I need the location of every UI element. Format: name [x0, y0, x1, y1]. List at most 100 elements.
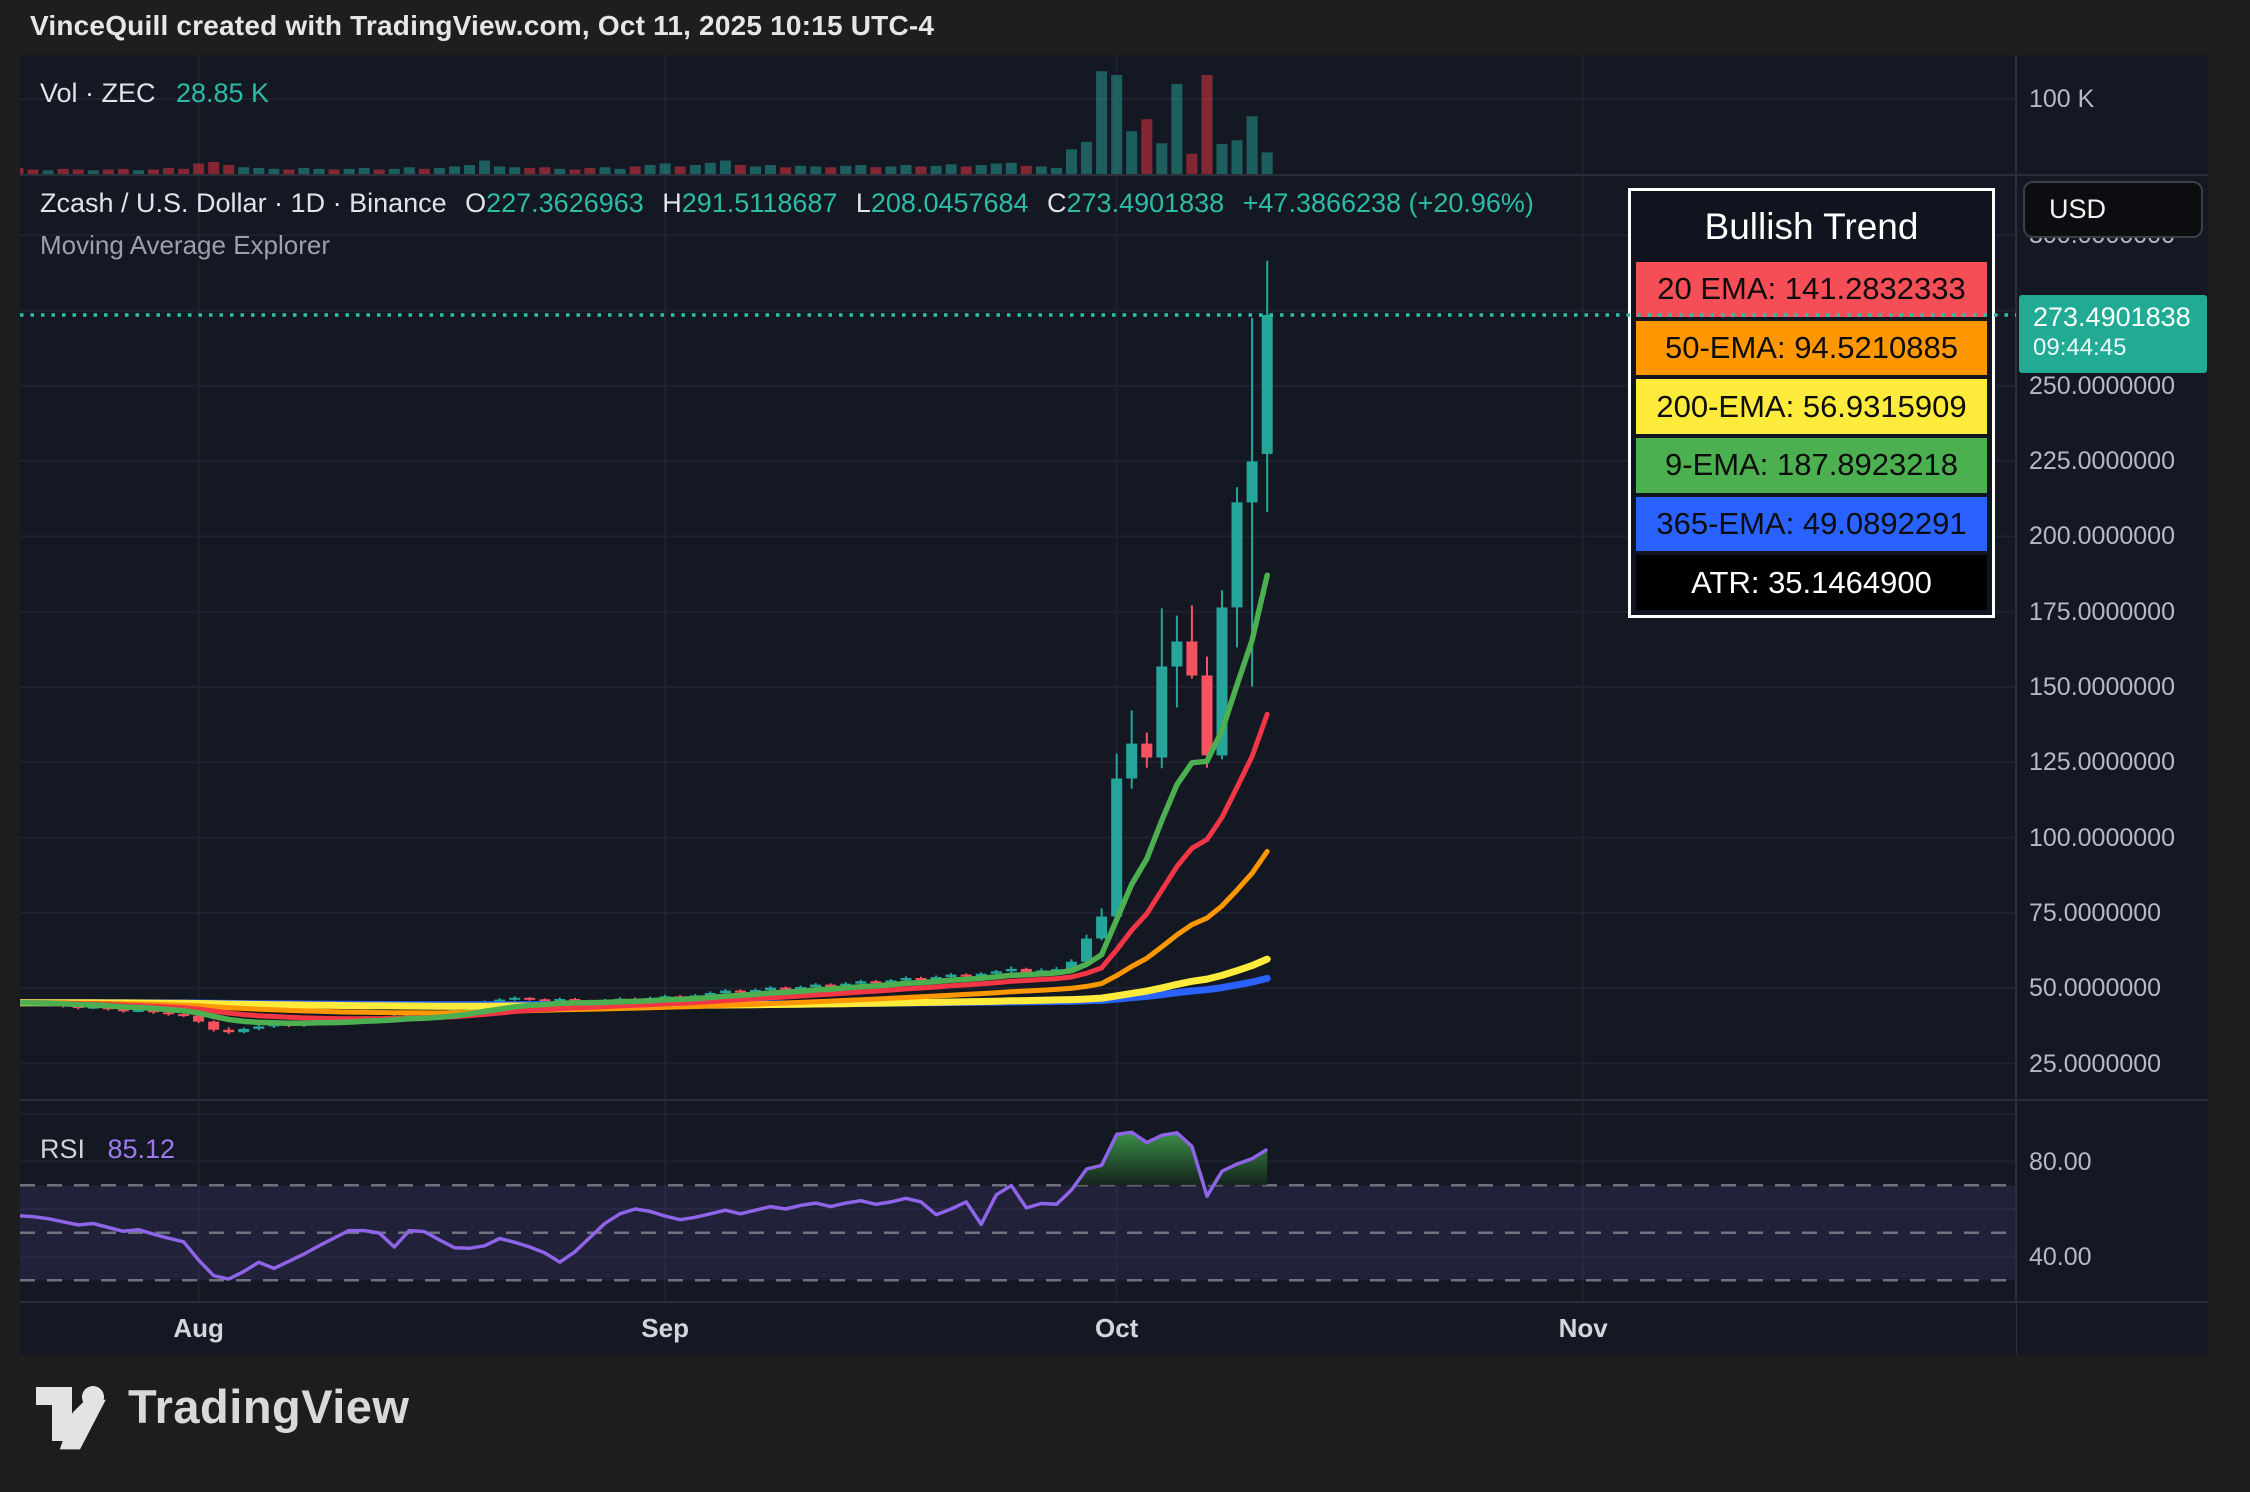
volume-bar [931, 166, 942, 174]
rsi-legend[interactable]: RSI 85.12 [40, 1134, 175, 1165]
volume-bar [20, 168, 24, 174]
close-label: C [1047, 188, 1067, 218]
candle-body [1186, 642, 1197, 676]
volume-bar [329, 170, 340, 175]
price-axis-tick: 250.0000000 [2029, 371, 2175, 401]
rsi-legend-label: RSI [40, 1134, 85, 1164]
volume-bar [991, 164, 1002, 175]
price-axis-tick: 200.0000000 [2029, 521, 2175, 551]
candle-body [1247, 461, 1258, 502]
volume-bar [253, 168, 264, 174]
candle-body [901, 978, 912, 980]
open-value: 227.3626963 [486, 188, 644, 218]
volume-bar [735, 165, 746, 174]
close-value: 273.4901838 [1067, 188, 1225, 218]
page-title: VinceQuill created with TradingView.com,… [30, 0, 934, 52]
candle-body [735, 991, 746, 993]
volume-bar [1232, 140, 1243, 174]
time-axis-label-oct[interactable]: Oct [1057, 1313, 1177, 1344]
high-value: 291.5118687 [682, 188, 838, 218]
volume-bar [103, 170, 114, 175]
volume-bar [675, 167, 686, 175]
volume-bar [1262, 152, 1273, 174]
volume-bar [208, 162, 219, 174]
currency-toggle-button[interactable]: USD [2023, 181, 2203, 238]
last-price-value: 273.4901838 [2033, 301, 2207, 333]
candle-body [1202, 676, 1213, 756]
volume-bar [870, 167, 881, 174]
price-axis-tick: 75.0000000 [2029, 898, 2161, 928]
tradingview-wordmark[interactable]: TradingView [128, 1379, 410, 1434]
high-label: H [662, 188, 682, 218]
volume-bar [720, 161, 731, 175]
time-axis-label-nov[interactable]: Nov [1523, 1313, 1643, 1344]
tradingview-logo-icon[interactable] [36, 1385, 114, 1457]
change-value: +47.3866238 (+20.96%) [1243, 188, 1534, 218]
volume-bar [509, 167, 520, 174]
volume-bar [178, 169, 189, 174]
volume-bar [1036, 167, 1047, 175]
volume-bar [118, 169, 129, 174]
volume-bar [193, 164, 204, 175]
price-axis-tick: 50.0000000 [2029, 973, 2161, 1003]
time-axis-label-sep[interactable]: Sep [605, 1313, 725, 1344]
symbol-name: Zcash / U.S. Dollar · 1D · Binance [40, 188, 447, 218]
volume-bar [690, 165, 701, 174]
open-label: O [465, 188, 486, 218]
volume-bar [825, 167, 836, 174]
bullish-trend-panel[interactable]: Bullish Trend 20 EMA: 141.283233350-EMA:… [1628, 188, 1995, 618]
time-axis[interactable]: Aug Sep Oct Nov [20, 1302, 2016, 1355]
volume-bar [58, 169, 69, 174]
volume-bar [901, 165, 912, 174]
volume-bar [298, 168, 309, 174]
volume-bar [88, 170, 99, 174]
volume-axis-tick: 100 K [2029, 84, 2094, 114]
price-axis[interactable]: USD 273.4901838 09:44:45 100 K300.000000… [2016, 55, 2208, 1355]
price-axis-tick: 125.0000000 [2029, 747, 2175, 777]
volume-bar [163, 168, 174, 174]
volume-bar [1171, 84, 1182, 174]
volume-bar [464, 165, 475, 174]
candle-body [946, 975, 957, 977]
low-value: 208.0457684 [871, 188, 1029, 218]
volume-bar [1096, 71, 1107, 174]
volume-bar [539, 167, 550, 174]
candle-body [991, 971, 1002, 973]
price-axis-tick: 175.0000000 [2029, 597, 2175, 627]
chart-panel: Vol · ZEC 28.85 K Zcash / U.S. Dollar · … [20, 55, 2208, 1355]
price-axis-tick: 150.0000000 [2029, 672, 2175, 702]
volume-bar [1066, 149, 1077, 174]
candle-body [1156, 667, 1167, 758]
volume-bar [840, 166, 851, 174]
volume-bar [1141, 119, 1152, 174]
candle-body [509, 998, 520, 1000]
volume-bar [1217, 144, 1228, 174]
indicator-legend[interactable]: Moving Average Explorer [40, 230, 330, 261]
volume-bar [1006, 163, 1017, 174]
trend-row-50-ema: 50-EMA: 94.5210885 [1636, 321, 1987, 376]
volume-bar [374, 170, 385, 175]
volume-bar [238, 167, 249, 174]
low-label: L [856, 188, 871, 218]
candle-body [253, 1026, 264, 1028]
volume-bar [705, 163, 716, 174]
volume-bar [148, 170, 159, 175]
symbol-legend[interactable]: Zcash / U.S. Dollar · 1D · Binance O227.… [40, 188, 1534, 219]
rsi-axis-tick: 40.00 [2029, 1242, 2092, 1272]
volume-legend[interactable]: Vol · ZEC 28.85 K [40, 78, 269, 109]
volume-bar [494, 167, 505, 175]
volume-bar [615, 169, 626, 174]
time-axis-label-aug[interactable]: Aug [139, 1313, 259, 1344]
candle-body [1141, 744, 1152, 758]
volume-bar [885, 167, 896, 175]
title-bar: VinceQuill created with TradingView.com,… [0, 0, 2250, 55]
trend-row-200-ema: 200-EMA: 56.9315909 [1636, 379, 1987, 434]
volume-bar [419, 169, 430, 174]
candle-body [765, 988, 776, 990]
rsi-legend-value: 85.12 [107, 1134, 175, 1164]
volume-bar [961, 167, 972, 175]
volume-bar [645, 165, 656, 174]
volume-bar [1186, 154, 1197, 174]
volume-bar [359, 168, 370, 174]
volume-bar [600, 167, 611, 174]
